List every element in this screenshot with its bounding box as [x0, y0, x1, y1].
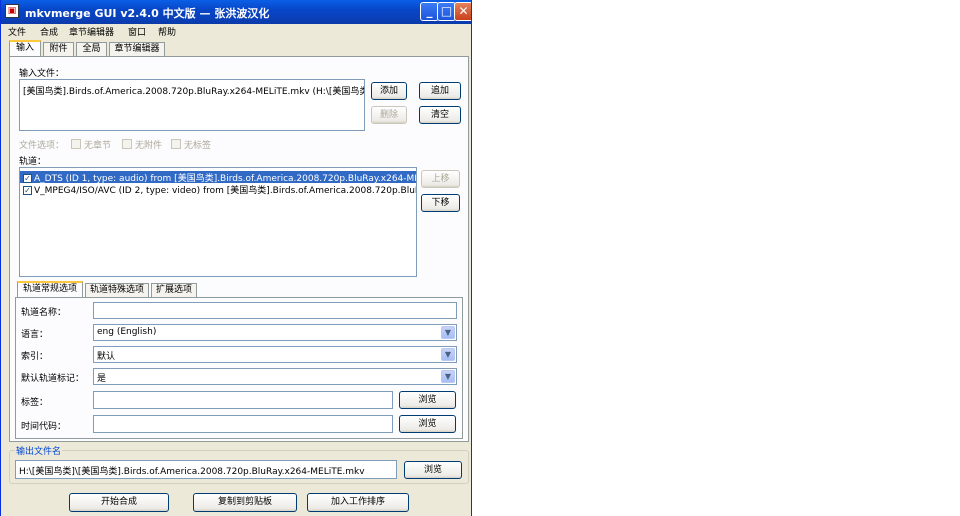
tab-track-special[interactable]: 轨道特殊选项: [85, 283, 149, 298]
default-track-label: 默认轨道标记：: [21, 374, 85, 384]
language-select[interactable]: eng (English) ▼: [93, 324, 457, 341]
menu-mux[interactable]: 合成: [40, 25, 58, 38]
add-button[interactable]: 添加: [371, 82, 407, 100]
no-chapters-checkbox[interactable]: [71, 139, 81, 149]
track-name-label: 轨道名称：: [21, 308, 67, 318]
timecodes-label: 时间代码：: [21, 422, 67, 432]
cues-select[interactable]: 默认 ▼: [93, 346, 457, 363]
no-chapters-label: 无章节: [84, 141, 112, 151]
mkvmerge-window: ▣ mkvmerge GUI v2.4.0 中文版 — 张洪波汉化 _ □ ✕ …: [0, 0, 472, 516]
tab-track-extended[interactable]: 扩展选项: [151, 283, 197, 298]
chevron-down-icon[interactable]: ▼: [441, 370, 455, 383]
no-tags-label: 无标签: [184, 141, 212, 151]
menu-help[interactable]: 帮助: [158, 25, 176, 38]
append-button[interactable]: 追加: [419, 82, 461, 100]
app-icon[interactable]: ▣: [5, 4, 19, 18]
timecodes-input[interactable]: [93, 415, 393, 433]
tab-global[interactable]: 全局: [76, 42, 107, 57]
tags-label: 标签：: [21, 398, 49, 408]
tags-input[interactable]: [93, 391, 393, 409]
list-item[interactable]: [美国鸟类].Birds.of.America.2008.720p.BluRay…: [23, 84, 364, 97]
output-legend: 输出文件名: [15, 444, 63, 457]
tab-track-general[interactable]: 轨道常规选项: [17, 281, 83, 298]
copy-to-clipboard-button[interactable]: 复制到剪贴板: [193, 493, 297, 512]
track-video-text: V_MPEG4/ISO/AVC (ID 2, type: video) from…: [34, 186, 416, 196]
output-browse-button[interactable]: 浏览: [404, 461, 462, 479]
file-options-label: 文件选项：: [19, 141, 65, 151]
menu-file[interactable]: 文件: [8, 25, 26, 38]
chevron-down-icon[interactable]: ▼: [441, 326, 455, 339]
track-options-panel: 轨道名称： 语言： eng (English) ▼ 索引： 默认 ▼ 默认轨道标…: [15, 297, 463, 439]
track-audio-checkbox[interactable]: ✓: [23, 174, 32, 183]
no-tags-checkbox[interactable]: [171, 139, 181, 149]
tab-chapter-editor[interactable]: 章节编辑器: [109, 42, 165, 57]
tags-browse-button[interactable]: 浏览: [399, 391, 456, 409]
close-icon[interactable]: ✕: [454, 2, 471, 21]
chevron-down-icon[interactable]: ▼: [441, 348, 455, 361]
tracks-list[interactable]: ✓ A_DTS (ID 1, type: audio) from [美国鸟类].B…: [19, 167, 417, 277]
input-files-label: 输入文件：: [19, 69, 65, 79]
no-attachments-label: 无附件: [135, 141, 163, 151]
track-row-video[interactable]: ✓ V_MPEG4/ISO/AVC (ID 2, type: video) fro…: [20, 183, 416, 196]
track-name-input[interactable]: [93, 302, 457, 319]
tab-attachments[interactable]: 附件: [43, 42, 74, 57]
cues-label: 索引：: [21, 352, 49, 362]
menu-bar: 文件 合成 章节编辑器 窗口 帮助: [1, 24, 471, 38]
tracks-label: 轨道：: [19, 157, 47, 167]
timecodes-browse-button[interactable]: 浏览: [399, 415, 456, 433]
start-muxing-button[interactable]: 开始合成: [69, 493, 169, 512]
move-down-button[interactable]: 下移: [421, 194, 460, 212]
input-panel: 输入文件： [美国鸟类].Birds.of.America.2008.720p.…: [9, 56, 469, 442]
add-to-job-queue-button[interactable]: 加入工作排序: [307, 493, 409, 512]
menu-window[interactable]: 窗口: [128, 25, 146, 38]
track-video-checkbox[interactable]: ✓: [23, 186, 32, 195]
no-attachments-checkbox[interactable]: [122, 139, 132, 149]
language-label: 语言：: [21, 330, 49, 340]
input-files-list[interactable]: [美国鸟类].Birds.of.America.2008.720p.BluRay…: [19, 79, 365, 131]
tab-input[interactable]: 输入: [9, 40, 41, 57]
output-filename-input[interactable]: H:\[美国鸟类]\[美国鸟类].Birds.of.America.2008.7…: [15, 460, 397, 479]
window-title: mkvmerge GUI v2.4.0 中文版 — 张洪波汉化: [25, 7, 270, 20]
track-row-audio[interactable]: ✓ A_DTS (ID 1, type: audio) from [美国鸟类].B…: [20, 171, 416, 184]
title-bar[interactable]: ▣ mkvmerge GUI v2.4.0 中文版 — 张洪波汉化 _ □ ✕: [1, 0, 471, 24]
remove-button[interactable]: 删除: [371, 106, 407, 124]
move-up-button[interactable]: 上移: [421, 170, 460, 188]
menu-chapter-editor[interactable]: 章节编辑器: [69, 25, 114, 38]
clear-button[interactable]: 清空: [419, 106, 461, 124]
default-track-select[interactable]: 是 ▼: [93, 368, 457, 385]
